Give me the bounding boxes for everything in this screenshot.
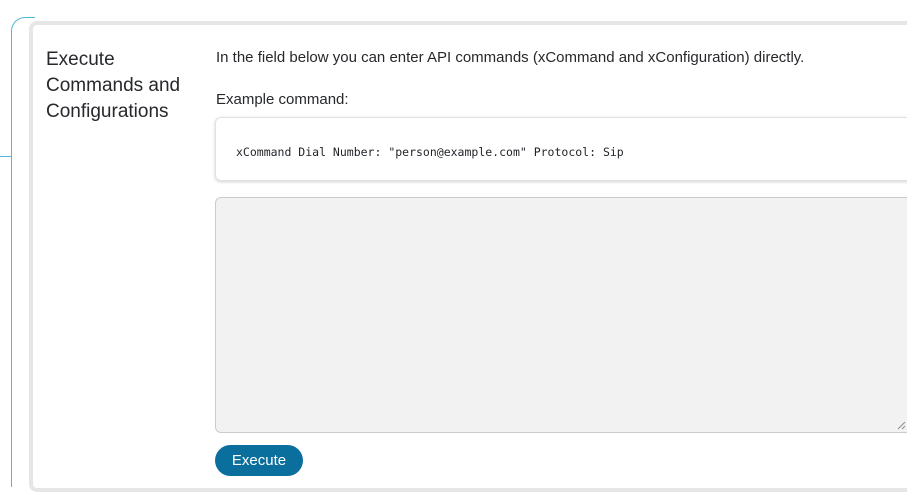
example-command-box: xCommand Dial Number: "person@example.co… — [215, 117, 907, 181]
command-input[interactable] — [215, 197, 907, 433]
intro-text: In the field below you can enter API com… — [216, 49, 805, 66]
section-bracket-tick — [0, 156, 12, 157]
example-label: Example command: — [216, 91, 349, 108]
section-title: Execute Commands and Configurations — [46, 49, 181, 122]
execute-button[interactable]: Execute — [215, 445, 303, 476]
page: Execute Commands and Configurations In t… — [0, 0, 907, 499]
resize-grip-icon[interactable] — [896, 420, 906, 430]
example-command-code: xCommand Dial Number: "person@example.co… — [236, 145, 624, 159]
